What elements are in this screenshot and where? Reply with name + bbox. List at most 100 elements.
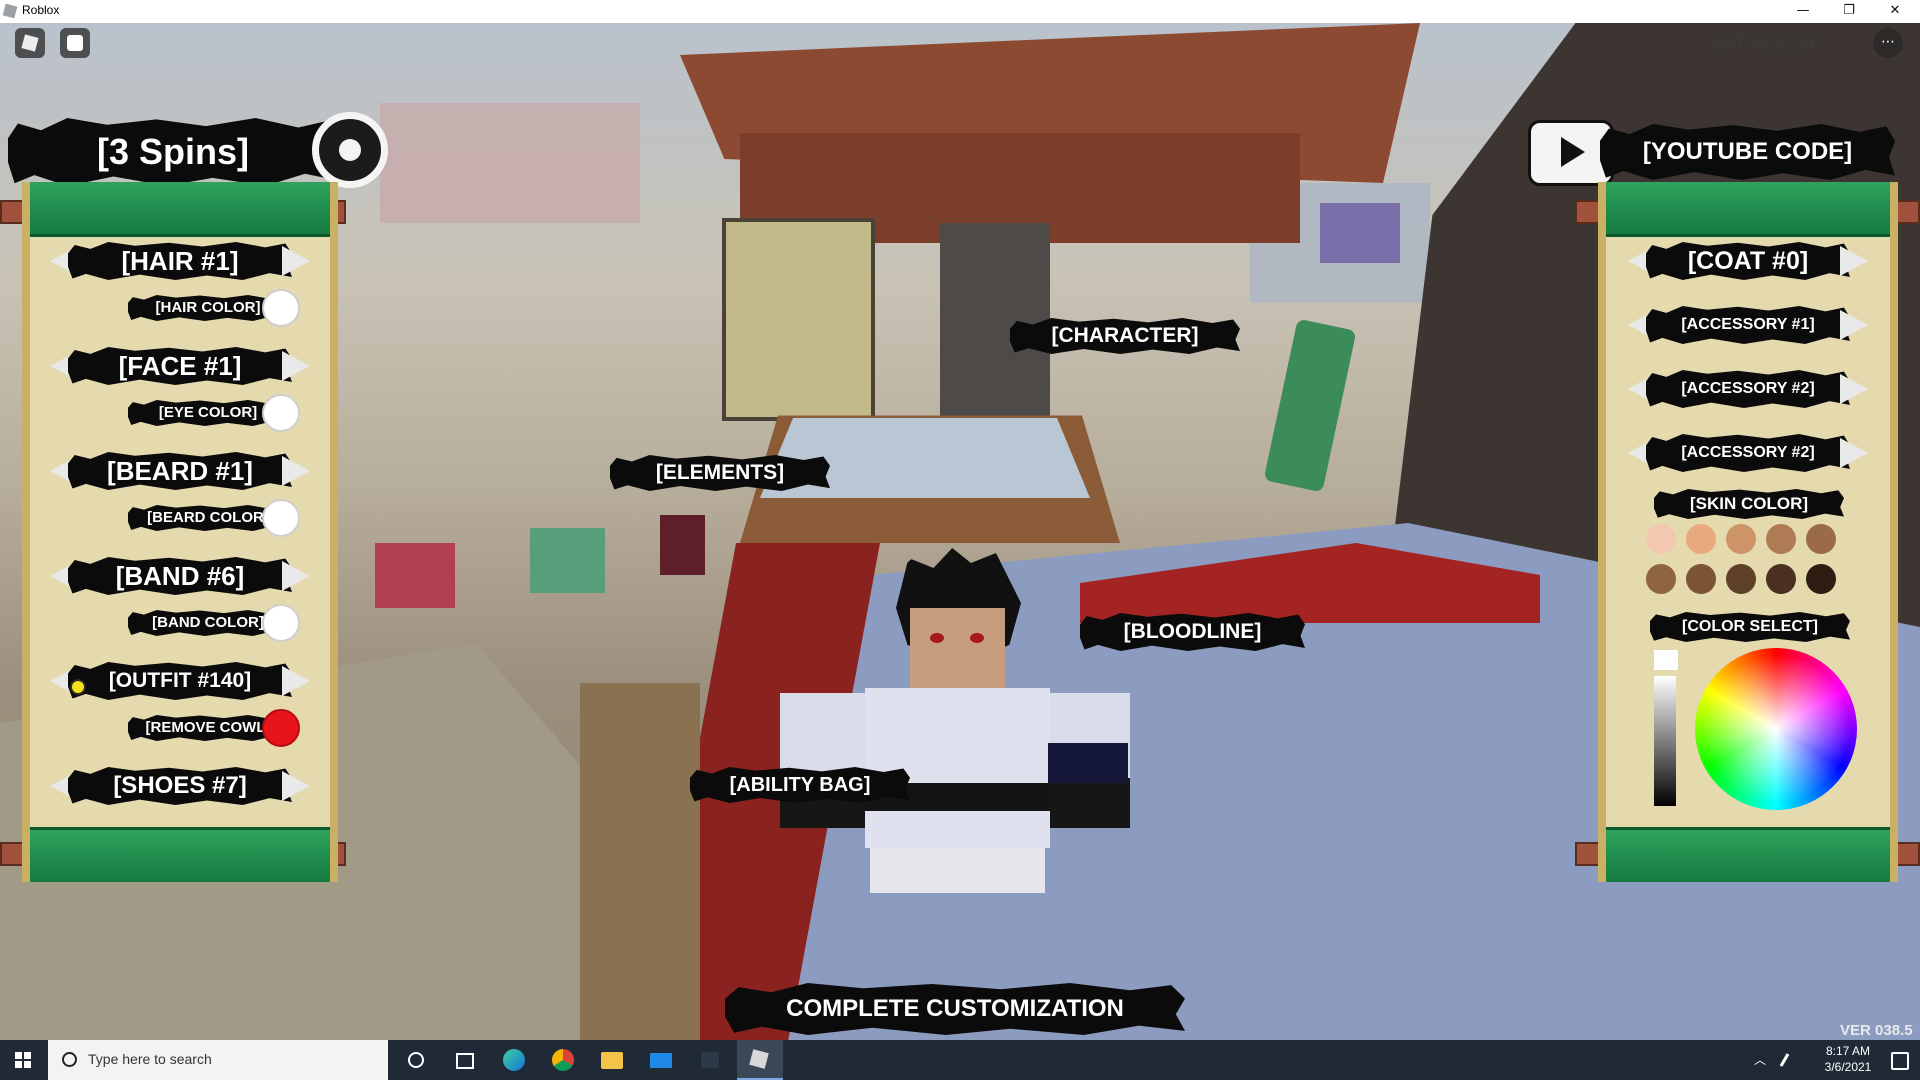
- accessory-2-label: [ACCESSORY #2]: [1646, 370, 1850, 408]
- next-arrow-icon[interactable]: [1840, 438, 1868, 468]
- window-titlebar: Roblox — ❐ ✕: [0, 0, 1920, 23]
- beard-selector: [BEARD #1]: [50, 452, 310, 490]
- skin-swatch[interactable]: [1646, 564, 1676, 594]
- eye-color-swatch[interactable]: [262, 394, 300, 432]
- taskbar-file-explorer[interactable]: [590, 1040, 634, 1080]
- youtube-code-label[interactable]: [YOUTUBE CODE]: [1600, 124, 1895, 180]
- color-wheel[interactable]: [1695, 648, 1857, 810]
- skin-swatch[interactable]: [1766, 524, 1796, 554]
- taskbar-chrome[interactable]: [541, 1040, 585, 1080]
- skin-swatch-grid: [1646, 524, 1856, 604]
- skin-color-label: [SKIN COLOR]: [1654, 489, 1844, 519]
- roblox-app-icon: [2, 3, 18, 19]
- flag: [530, 528, 605, 593]
- avatar-legs: [870, 848, 1045, 893]
- chat-button[interactable]: [60, 28, 90, 58]
- left-customization-scroll: [HAIR #1] [HAIR COLOR] [FACE #1] [EYE CO…: [22, 182, 338, 882]
- version-label: VER 038.5: [1840, 1022, 1913, 1039]
- app-icon: [701, 1052, 719, 1068]
- skin-swatch[interactable]: [1686, 564, 1716, 594]
- complete-customization-button[interactable]: COMPLETE CUSTOMIZATION: [725, 983, 1185, 1035]
- player-avatar[interactable]: [780, 538, 1150, 893]
- taskbar-app[interactable]: [688, 1040, 732, 1080]
- wooden-frame: [580, 683, 700, 1040]
- windows-taskbar: Type here to search ︿ 8:17 AM 3/6/2021: [0, 1040, 1920, 1080]
- clock-time: 8:17 AM: [1825, 1044, 1871, 1058]
- beard-color-swatch[interactable]: [262, 499, 300, 537]
- accessory-1-label: [ACCESSORY #1]: [1646, 306, 1850, 344]
- skin-swatch[interactable]: [1686, 524, 1716, 554]
- brightness-slider[interactable]: [1654, 676, 1676, 806]
- character-button[interactable]: [CHARACTER]: [1010, 318, 1240, 354]
- edge-icon: [503, 1049, 525, 1071]
- avatar-eye: [930, 633, 944, 643]
- tray-pen-icon[interactable]: [1777, 1040, 1799, 1080]
- taskbar-edge[interactable]: [492, 1040, 536, 1080]
- avatar-sleeve-right: [1050, 778, 1130, 828]
- skin-swatch[interactable]: [1806, 524, 1836, 554]
- pen-icon: [1779, 1053, 1790, 1067]
- taskbar-search-box[interactable]: Type here to search: [48, 1040, 388, 1080]
- roblox-icon: [749, 1049, 769, 1069]
- taskbar-roblox[interactable]: [737, 1040, 783, 1080]
- band-color-swatch[interactable]: [262, 604, 300, 642]
- close-button[interactable]: ✕: [1872, 0, 1918, 23]
- hair-color-swatch[interactable]: [262, 289, 300, 327]
- next-arrow-icon[interactable]: [1840, 246, 1868, 276]
- cortana-button[interactable]: [395, 1040, 437, 1080]
- action-center-button[interactable]: [1880, 1040, 1916, 1080]
- next-arrow-icon[interactable]: [282, 771, 310, 801]
- taskbar-mail[interactable]: [639, 1040, 683, 1080]
- skin-swatch[interactable]: [1766, 564, 1796, 594]
- start-button[interactable]: [0, 1040, 48, 1080]
- right-customization-scroll: [COAT #0] [ACCESSORY #1] [ACCESSORY #2] …: [1598, 182, 1898, 882]
- task-view-button[interactable]: [443, 1040, 485, 1080]
- skin-swatch[interactable]: [1726, 564, 1756, 594]
- avatar-armband: [1048, 743, 1128, 783]
- avatar-eye: [970, 633, 984, 643]
- scroll-cap-bottom: [1606, 827, 1890, 882]
- next-arrow-icon[interactable]: [282, 456, 310, 486]
- chrome-icon: [552, 1049, 574, 1071]
- hair-selector: [HAIR #1]: [50, 242, 310, 280]
- avatar-head: [910, 608, 1005, 688]
- avatar-torso: [865, 688, 1050, 848]
- next-arrow-icon[interactable]: [282, 351, 310, 381]
- platform-surface: [760, 418, 1090, 498]
- more-options-button[interactable]: ⋯: [1873, 28, 1903, 58]
- maximize-button[interactable]: ❐: [1826, 0, 1872, 23]
- band-selector: [BAND #6]: [50, 557, 310, 595]
- next-arrow-icon[interactable]: [282, 246, 310, 276]
- accessory-3-label: [ACCESSORY #2]: [1646, 434, 1850, 472]
- folder-icon: [601, 1052, 623, 1069]
- task-view-icon: [456, 1053, 474, 1069]
- scroll-cap-top: [30, 182, 330, 237]
- skin-swatch[interactable]: [1806, 564, 1836, 594]
- beard-label: [BEARD #1]: [68, 452, 292, 490]
- elements-button[interactable]: [ELEMENTS]: [610, 455, 830, 491]
- search-icon: [62, 1052, 77, 1067]
- remove-cowl-toggle[interactable]: [262, 709, 300, 747]
- play-icon: [1561, 137, 1585, 167]
- scroll-cap-top: [1606, 182, 1890, 237]
- outfit-label: [OUTFIT #140]: [68, 662, 292, 700]
- skin-swatch[interactable]: [1646, 524, 1676, 554]
- next-arrow-icon[interactable]: [1840, 374, 1868, 404]
- search-placeholder: Type here to search: [88, 1051, 212, 1067]
- spin-reroll-button[interactable]: [312, 112, 388, 188]
- ability-bag-button[interactable]: [ABILITY BAG]: [690, 767, 910, 803]
- next-arrow-icon[interactable]: [282, 666, 310, 696]
- bloodline-button[interactable]: [BLOODLINE]: [1080, 613, 1305, 651]
- next-arrow-icon[interactable]: [1840, 310, 1868, 340]
- skin-swatch[interactable]: [1726, 524, 1756, 554]
- tray-expand-icon[interactable]: ︿: [1750, 1040, 1770, 1080]
- mail-icon: [650, 1053, 672, 1068]
- selected-color-preview: [1654, 650, 1678, 670]
- roblox-menu-button[interactable]: [15, 28, 45, 58]
- server-clock: EST 11:17:21: [1712, 34, 1817, 53]
- roblox-logo-icon: [21, 34, 39, 52]
- tray-clock[interactable]: 8:17 AM 3/6/2021: [1808, 1040, 1888, 1080]
- next-arrow-icon[interactable]: [282, 561, 310, 591]
- distant-roof: [1320, 203, 1400, 263]
- minimize-button[interactable]: —: [1780, 0, 1826, 23]
